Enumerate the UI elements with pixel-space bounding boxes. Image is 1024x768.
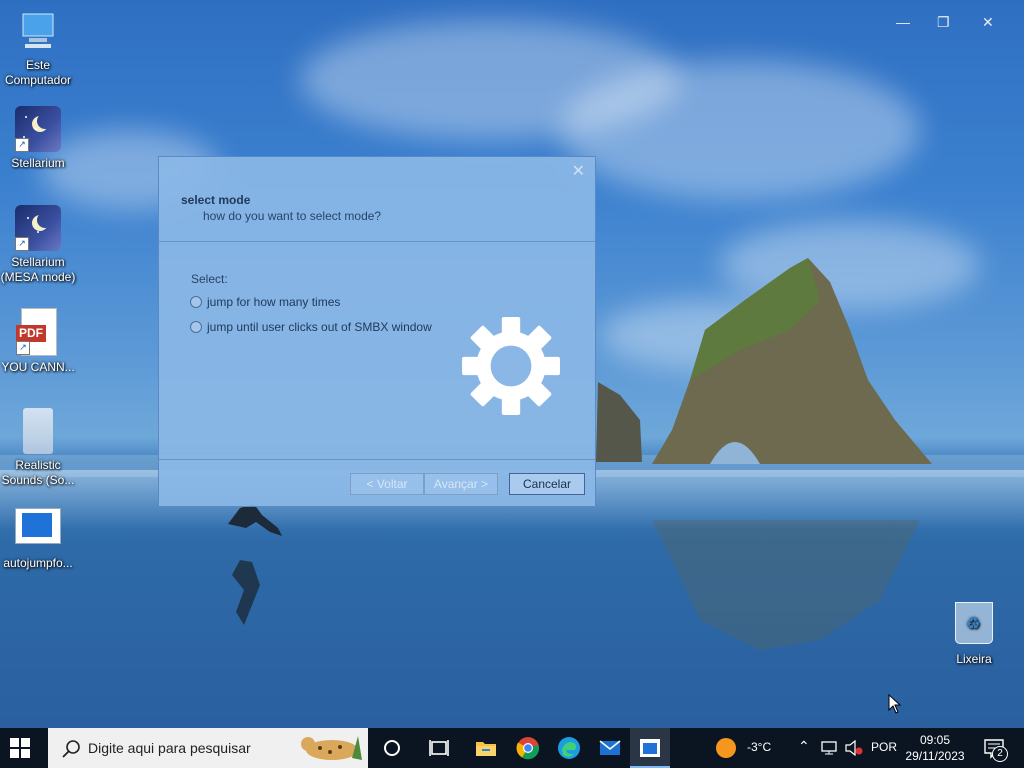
dialog-footer-divider	[159, 459, 595, 460]
loading-gear-icon	[462, 317, 560, 415]
cancel-button[interactable]: Cancelar	[509, 473, 585, 495]
volume-muted-icon[interactable]	[845, 740, 863, 756]
show-hidden-icons-chevron-icon[interactable]: ⌃	[798, 738, 810, 755]
back-button[interactable]: < Voltar	[350, 473, 424, 495]
dialog-title: select mode	[181, 193, 251, 207]
dialog-subtitle: how do you want to select mode?	[203, 209, 382, 223]
mouse-cursor-icon	[888, 694, 902, 714]
input-language[interactable]: POR	[871, 740, 897, 754]
dialog-close-icon[interactable]: ✕	[572, 161, 585, 181]
desktop-icon-label: Stellarium	[11, 156, 65, 170]
task-view-icon[interactable]	[427, 736, 451, 760]
computer-icon	[15, 8, 61, 54]
taskbar-search-box[interactable]: Digite aqui para pesquisar	[48, 728, 368, 768]
active-app-highlight[interactable]	[630, 728, 670, 768]
edge-icon[interactable]	[557, 736, 581, 760]
desktop-icon-label: YOU CANN...	[1, 360, 75, 374]
clock-date: 29/11/2023	[905, 749, 965, 763]
windows-start-icon[interactable]	[10, 738, 30, 758]
desktop-icon-label: Realistic Sounds (So...	[1, 458, 75, 487]
shortcut-arrow-icon: ↗	[15, 237, 29, 251]
mail-icon[interactable]	[598, 736, 622, 760]
desktop-icon-label: Stellarium (MESA mode)	[0, 255, 76, 284]
stellarium-icon: ↗	[15, 106, 61, 152]
clock[interactable]: 09:05 29/11/2023	[900, 732, 970, 764]
desktop-icon-label: autojumpfo...	[3, 556, 73, 570]
restore-icon[interactable]: ❐	[937, 14, 950, 31]
desktop-icon-stellarium[interactable]: ↗ Stellarium	[0, 106, 76, 171]
svg-text:♻: ♻	[966, 614, 980, 633]
app-window-icon	[15, 508, 61, 544]
option-label: jump for how many times	[207, 295, 341, 309]
desktop-icon-pdf[interactable]: PDF ↗ YOU CANN...	[0, 308, 76, 375]
stellarium-icon: ↗	[15, 205, 61, 251]
desktop-icon-autojump[interactable]: autojumpfo...	[0, 508, 76, 571]
shortcut-arrow-icon: ↗	[15, 138, 29, 152]
weather-temperature[interactable]: -3°C	[747, 740, 771, 754]
shortcut-arrow-icon: ↗	[16, 341, 30, 355]
desktop-icon-label: Lixeira	[956, 652, 992, 666]
desktop-icon-lixeira[interactable]: ♻ Lixeira	[936, 602, 1012, 667]
option-jump-until-click-out[interactable]: jump until user clicks out of SMBX windo…	[190, 320, 432, 334]
option-label: jump until user clicks out of SMBX windo…	[207, 320, 432, 334]
recycle-bin-icon: ♻	[955, 602, 993, 644]
radio-button[interactable]	[190, 296, 202, 308]
search-icon	[62, 740, 80, 758]
select-label: Select:	[191, 272, 228, 286]
select-mode-wizard-dialog: ✕ select mode how do you want to select …	[158, 156, 596, 507]
file-explorer-icon[interactable]	[474, 736, 498, 760]
notification-count-badge: 2	[992, 746, 1008, 762]
weather-sun-icon[interactable]	[715, 737, 737, 759]
radio-button[interactable]	[190, 321, 202, 333]
desktop-icon-stellarium-mesa[interactable]: ↗ Stellarium (MESA mode)	[0, 205, 76, 285]
active-app-icon	[640, 739, 660, 757]
cortana-icon[interactable]	[380, 736, 404, 760]
next-button[interactable]: Avançar >	[424, 473, 498, 495]
chrome-icon[interactable]	[516, 736, 540, 760]
search-placeholder: Digite aqui para pesquisar	[88, 740, 251, 756]
search-highlight-illustration-icon	[301, 736, 362, 760]
pdf-badge: PDF	[16, 325, 46, 342]
pdf-icon: PDF ↗	[16, 308, 57, 356]
desktop-icon-label: Este Computador	[4, 58, 72, 87]
desktop-icon-realistic-sounds[interactable]: Realistic Sounds (So...	[0, 408, 76, 488]
desktop-icon-este-computador[interactable]: Este Computador	[0, 8, 76, 88]
network-icon[interactable]	[820, 740, 838, 756]
taskbar: Digite aqui para pesquisar -3°C ⌃ POR 09…	[0, 728, 1024, 768]
option-jump-count[interactable]: jump for how many times	[190, 295, 340, 309]
folder-icon	[23, 408, 53, 454]
minimize-icon[interactable]: —	[896, 14, 910, 30]
close-icon[interactable]: ✕	[982, 14, 994, 31]
clock-time: 09:05	[919, 733, 951, 747]
